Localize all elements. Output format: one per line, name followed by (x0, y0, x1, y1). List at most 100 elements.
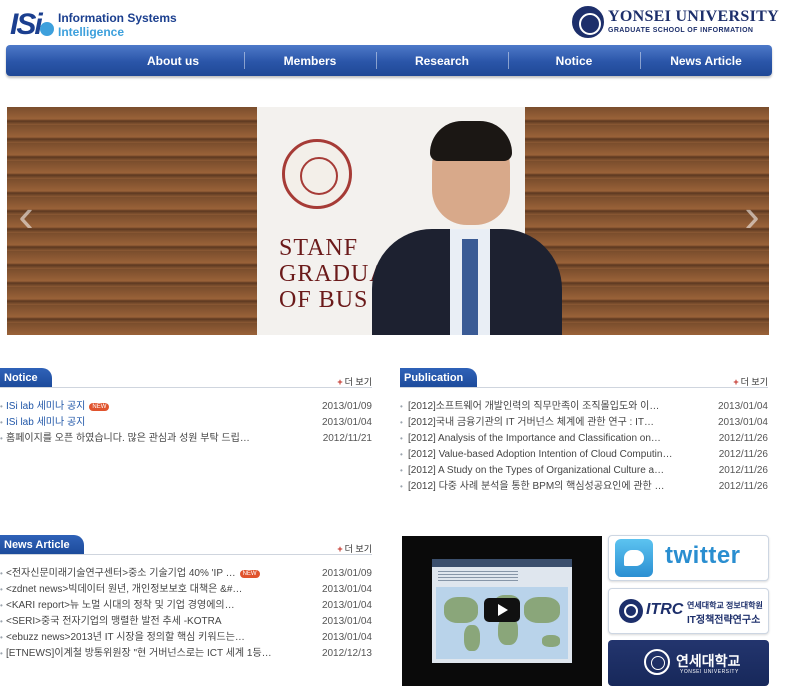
map-land (464, 625, 480, 651)
publication-more-link[interactable]: + 더 보기 (733, 375, 768, 388)
itrc-line1: 연세대학교 정보대학원 (687, 601, 763, 610)
news-item-title[interactable]: <SERI>중국 전자기업의 맹렬한 발전 추세 -KOTRA (6, 614, 316, 630)
bullet-icon: • (0, 434, 3, 443)
isi-logo[interactable]: ISi Information Systems Intelligence (10, 8, 180, 42)
bullet-icon: • (400, 434, 403, 443)
notice-more-label: 더 보기 (344, 377, 372, 387)
list-item: • <KARI report>뉴 노멀 시대의 정착 및 기업 경영에의… 2013… (0, 598, 372, 614)
news-list: • <전자신문미래기술연구센터>중소 기술기업 40% 'IP … NEW 201… (0, 566, 372, 662)
notice-item-title[interactable]: 홈페이지를 오픈 하였습니다. 많은 관심과 성원 부탁 드립… (6, 431, 316, 447)
bullet-icon: • (400, 482, 403, 491)
notice-item-title[interactable]: ISi lab 세미나 공지 NEW (6, 399, 316, 415)
list-item: • [2012]국내 금융기관의 IT 거버넌스 체계에 관한 연구 : IT… 2… (400, 415, 768, 431)
yonsei-korean-name: 연세대학교 (676, 653, 741, 669)
publication-item-date: 2012/11/26 (718, 481, 768, 492)
bullet-icon: • (400, 450, 403, 459)
list-item: • [2012] Value-based Adoption Intention o… (400, 447, 768, 463)
banner-next-arrow-icon[interactable]: › (737, 192, 767, 238)
publication-item-date: 2013/01/04 (717, 401, 768, 412)
news-item-date: 2013/01/04 (321, 584, 372, 595)
yonsei-seal-icon (644, 649, 670, 675)
news-item-title[interactable]: <전자신문미래기술연구센터>중소 기술기업 40% 'IP … NEW (6, 566, 316, 582)
yonsei-logo[interactable]: YONSEI UNIVERSITY GRADUATE SCHOOL OF INF… (572, 6, 779, 40)
publication-list: • [2012]소프트웨어 개발인력의 직무만족이 조직몰입도와 이… 2013/0… (400, 399, 768, 495)
list-item: • <ebuzz news>2013년 IT 시장을 정의할 핵심 키워드는… 20… (0, 630, 372, 646)
news-item-title[interactable]: <zdnet news>빅데이터 원년, 개인정보보호 대책은 &#… (6, 582, 316, 598)
notice-item-title[interactable]: ISi lab 세미나 공지 (6, 415, 316, 431)
isi-logo-mark: ISi (10, 8, 58, 42)
plus-icon: + (337, 377, 343, 387)
banner-seal-image (282, 139, 352, 209)
news-item-date: 2013/01/09 (321, 568, 372, 579)
video-player[interactable] (402, 536, 602, 686)
bullet-icon: • (0, 418, 3, 427)
news-item-title[interactable]: <ebuzz news>2013년 IT 시장을 정의할 핵심 키워드는… (6, 630, 316, 646)
new-badge: NEW (239, 570, 260, 578)
news-article-title[interactable]: News Article (0, 535, 84, 555)
news-item-date: 2013/01/04 (321, 600, 372, 611)
list-item: • 홈페이지를 오픈 하였습니다. 많은 관심과 성원 부탁 드립… 2012/… (0, 431, 372, 447)
publication-item-title[interactable]: [2012] 다중 사례 분석을 통한 BPM의 핵심성공요인에 관한 … (408, 479, 678, 495)
news-item-date: 2013/01/04 (321, 616, 372, 627)
yonsei-seal-icon (619, 599, 643, 623)
notice-item-date: 2012/11/21 (322, 433, 372, 444)
bullet-icon: • (0, 402, 3, 411)
bullet-icon: • (0, 633, 3, 642)
itrc-line2: IT정책전략연구소 (687, 615, 761, 626)
news-item-title[interactable]: <KARI report>뉴 노멀 시대의 정착 및 기업 경영에의… (6, 598, 316, 614)
bullet-icon: • (400, 466, 403, 475)
notice-more-link[interactable]: + 더 보기 (337, 375, 372, 388)
nav-members[interactable]: Members (244, 45, 376, 76)
logo-line1: Information Systems (58, 11, 177, 25)
bullet-icon: • (0, 649, 3, 658)
publication-item-title[interactable]: [2012] Value-based Adoption Intention of… (408, 447, 678, 463)
notice-title[interactable]: Notice (0, 368, 52, 388)
new-badge: NEW (89, 403, 110, 411)
list-item: • [ETNEWS]이계철 방통위원장 "현 거버넌스로는 ICT 세계 1등… 2… (0, 646, 372, 662)
news-more-link[interactable]: + 더 보기 (337, 542, 372, 555)
list-item: • [2012] 다중 사례 분석을 통한 BPM의 핵심성공요인에 관한 … 20… (400, 479, 768, 495)
banner-prev-arrow-icon[interactable]: ‹ (11, 192, 41, 238)
nav-about-us[interactable]: About us (6, 45, 244, 76)
play-button-icon[interactable] (484, 598, 520, 622)
speaker-photo (372, 119, 562, 335)
publication-item-title[interactable]: [2012] A Study on the Types of Organizat… (408, 463, 678, 479)
publication-title[interactable]: Publication (400, 368, 478, 388)
twitter-label: twitter (665, 542, 741, 569)
news-item-title[interactable]: [ETNEWS]이계철 방통위원장 "현 거버넌스로는 ICT 세계 1등… (6, 646, 316, 662)
nav-research[interactable]: Research (376, 45, 508, 76)
publication-item-title[interactable]: [2012] Analysis of the Importance and Cl… (408, 431, 678, 447)
bullet-icon: • (0, 617, 3, 626)
publication-item-date: 2012/11/26 (718, 465, 768, 476)
map-land (542, 635, 560, 647)
publication-item-title[interactable]: [2012]소프트웨어 개발인력의 직무만족이 조직몰입도와 이… (408, 399, 678, 415)
nav-notice[interactable]: Notice (508, 45, 640, 76)
notice-list: • ISi lab 세미나 공지 NEW 2013/01/09 • ISi lab… (0, 399, 372, 447)
bullet-icon: • (0, 569, 3, 578)
yonsei-university-link[interactable]: 연세대학교 YONSEI UNIVERSITY (608, 640, 769, 686)
map-land (524, 597, 560, 623)
news-item-text: <전자신문미래기술연구센터>중소 기술기업 40% 'IP … (6, 568, 236, 579)
notice-item-date: 2013/01/09 (321, 401, 372, 412)
bullet-icon: • (400, 402, 403, 411)
nav-news-article[interactable]: News Article (640, 45, 772, 76)
publication-item-title[interactable]: [2012]국내 금융기관의 IT 거버넌스 체계에 관한 연구 : IT… (408, 415, 678, 431)
isi-logo-dot (40, 22, 54, 36)
speaker-hair (430, 121, 512, 161)
plus-icon: + (733, 377, 739, 387)
isi-logo-letters: ISi (10, 8, 43, 41)
list-item: • ISi lab 세미나 공지 2013/01/04 (0, 415, 372, 431)
publication-divider (400, 387, 768, 388)
university-name: YONSEI UNIVERSITY (608, 8, 779, 25)
news-item-date: 2012/12/13 (321, 648, 372, 659)
publication-item-date: 2012/11/26 (718, 449, 768, 460)
itrc-link[interactable]: ITRC 연세대학교 정보대학원 IT정책전략연구소 (608, 588, 769, 634)
slide-text (438, 571, 518, 581)
twitter-link[interactable]: twitter (608, 535, 769, 581)
yonsei-seal-icon (572, 6, 604, 38)
slide-header (432, 559, 572, 567)
news-item-date: 2013/01/04 (321, 632, 372, 643)
speaker-tie (462, 239, 478, 335)
university-school: GRADUATE SCHOOL OF INFORMATION (608, 27, 754, 34)
bullet-icon: • (0, 585, 3, 594)
